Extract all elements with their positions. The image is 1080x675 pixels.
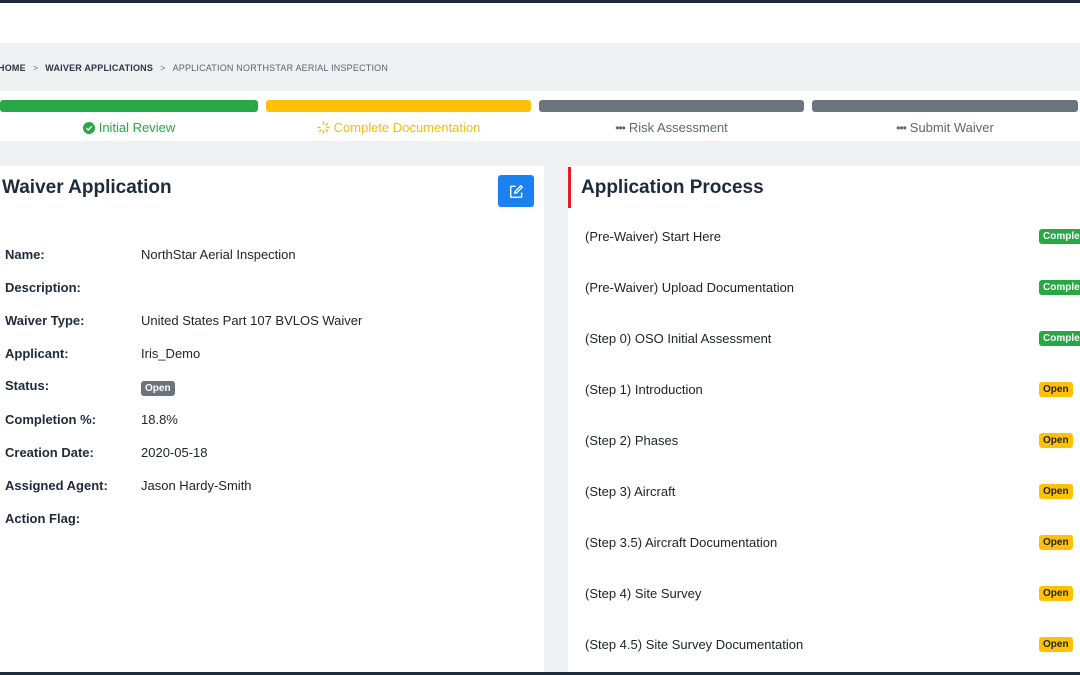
breadcrumb-current: APPLICATION NORTHSTAR AERIAL INSPECTION — [172, 63, 389, 73]
dots-icon: ••• — [896, 120, 907, 135]
panel-title: Application Process — [581, 177, 764, 198]
process-item[interactable]: (Step 2) Phases Open — [585, 431, 1080, 451]
process-item[interactable]: (Step 4) Site Survey Open — [585, 584, 1080, 604]
field-value: United States Part 107 BVLOS Waiver — [141, 313, 363, 328]
step-risk-assessment[interactable]: ••• Risk Assessment — [539, 91, 804, 141]
panel-accent-bar — [568, 167, 571, 208]
step-submit-waiver[interactable]: ••• Submit Waiver — [812, 91, 1078, 141]
status-badge: Open — [1039, 586, 1073, 601]
process-item[interactable]: (Pre-Waiver) Start Here Comple — [585, 227, 1080, 247]
field-value: 2020-05-18 — [141, 445, 208, 460]
process-item-label: (Step 1) Introduction — [585, 382, 703, 397]
status-badge: Open — [1039, 535, 1073, 550]
application-process-panel: Application Process (Pre-Waiver) Start H… — [568, 166, 1080, 672]
step-label: Complete Documentation — [333, 120, 481, 135]
field-label: Status: — [5, 378, 50, 393]
field-value: NorthStar Aerial Inspection — [141, 247, 296, 262]
field-label: Completion %: — [5, 412, 96, 427]
process-item[interactable]: (Step 3.5) Aircraft Documentation Open — [585, 533, 1080, 553]
spinner-icon — [316, 121, 330, 134]
step-initial-review[interactable]: Initial Review — [0, 91, 258, 141]
process-item[interactable]: (Pre-Waiver) Upload Documentation Comple — [585, 278, 1080, 298]
process-item-label: (Step 3) Aircraft — [585, 484, 676, 499]
field-label: Assigned Agent: — [5, 478, 108, 493]
status-badge: Open — [1039, 484, 1073, 499]
status-badge: Comple — [1039, 229, 1080, 244]
step-progress-bar — [539, 100, 804, 112]
edit-icon — [509, 184, 523, 198]
process-item-label: (Step 4) Site Survey — [585, 586, 702, 601]
process-item-label: (Step 4.5) Site Survey Documentation — [585, 637, 804, 652]
step-label: Submit Waiver — [909, 120, 994, 135]
step-label: Initial Review — [98, 120, 176, 135]
step-label: Risk Assessment — [628, 120, 728, 135]
check-circle-icon — [82, 121, 95, 134]
status-badge: Open — [141, 381, 175, 396]
field-label: Applicant: — [5, 346, 69, 361]
waiver-application-panel: Waiver Application Name: NorthStar Aeria… — [0, 166, 544, 672]
progress-stepper: Initial Review Complete Documentation ••… — [0, 91, 1080, 141]
breadcrumb-separator: > — [160, 63, 166, 73]
step-progress-bar — [266, 100, 531, 112]
field-label: Waiver Type: — [5, 313, 85, 328]
panel-title: Waiver Application — [2, 177, 172, 198]
step-progress-bar — [812, 100, 1078, 112]
field-label: Name: — [5, 247, 45, 262]
process-item-label: (Step 0) OSO Initial Assessment — [585, 331, 772, 346]
step-progress-bar — [0, 100, 258, 112]
step-complete-documentation[interactable]: Complete Documentation — [266, 91, 531, 141]
breadcrumb-home[interactable]: HOME — [0, 63, 26, 73]
breadcrumb-waiver-applications[interactable]: WAIVER APPLICATIONS — [45, 63, 153, 73]
status-badge: Open — [1039, 637, 1073, 652]
breadcrumb: HOME > WAIVER APPLICATIONS > APPLICATION… — [0, 62, 388, 74]
status-badge: Comple — [1039, 280, 1080, 295]
process-item-label: (Step 3.5) Aircraft Documentation — [585, 535, 778, 550]
process-item[interactable]: (Step 4.5) Site Survey Documentation Ope… — [585, 635, 1080, 655]
field-label: Action Flag: — [5, 511, 81, 526]
top-navbar — [0, 3, 1080, 43]
status-badge: Open — [1039, 382, 1073, 397]
process-item[interactable]: (Step 0) OSO Initial Assessment Comple — [585, 329, 1080, 349]
process-item[interactable]: (Step 1) Introduction Open — [585, 380, 1080, 400]
field-value: Open — [141, 379, 175, 396]
process-item-label: (Pre-Waiver) Upload Documentation — [585, 280, 795, 295]
status-badge: Open — [1039, 433, 1073, 448]
breadcrumb-separator: > — [32, 63, 39, 73]
process-item-label: (Pre-Waiver) Start Here — [585, 229, 722, 244]
process-item[interactable]: (Step 3) Aircraft Open — [585, 482, 1080, 502]
status-badge: Comple — [1039, 331, 1080, 346]
field-label: Description: — [5, 280, 81, 295]
field-value: Iris_Demo — [141, 346, 201, 361]
process-item-label: (Step 2) Phases — [585, 433, 679, 448]
field-value: Jason Hardy-Smith — [141, 478, 252, 493]
field-label: Creation Date: — [5, 445, 94, 460]
field-value: 18.8% — [141, 412, 178, 427]
dots-icon: ••• — [615, 120, 626, 135]
edit-button[interactable] — [498, 175, 534, 207]
